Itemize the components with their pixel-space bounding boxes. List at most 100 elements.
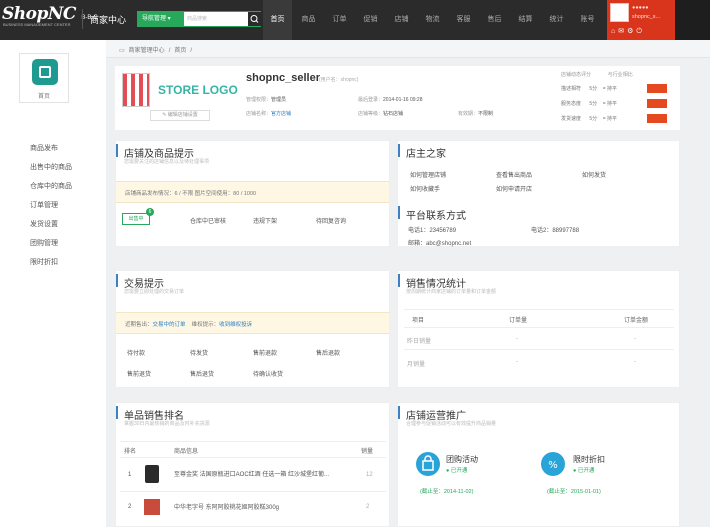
owner-link-3[interactable]: 如何发货 (582, 170, 606, 179)
email: 邮箱：abc@shopnc.net (408, 241, 472, 247)
owner-link-2[interactable]: 查看售出商品 (496, 170, 532, 179)
store-name-link[interactable]: 官方店铺 (271, 111, 291, 117)
trade-item[interactable]: 售前退款 (253, 348, 277, 357)
panel-subtitle: 掌握30日内最热销的商品及时补充货源 (124, 421, 210, 427)
nav-tab[interactable]: 促销 (356, 0, 385, 40)
goods-item-violation[interactable]: 违规下架 (253, 216, 277, 225)
groupbuy-expire: (截止至：2014-11-02) (420, 489, 474, 495)
sidebar-item[interactable]: 发货设置 (30, 219, 58, 229)
seller-name: shopnc_seller (246, 72, 320, 84)
trading-orders-link[interactable]: 交易中的订单 (153, 322, 186, 328)
table-row: 月销量 (407, 362, 426, 368)
panel-subtitle: 您需要关注的店铺信息以及待处理事项 (124, 159, 210, 165)
rank-header: 排名 (124, 449, 137, 455)
sidebar-item[interactable]: 订单管理 (30, 200, 58, 210)
product-thumbnail[interactable] (145, 465, 159, 483)
owner-link-5[interactable]: 如何申请开店 (496, 184, 532, 193)
rank-number: 2 (128, 504, 132, 510)
rank-header: 商品信息 (174, 449, 199, 455)
product-link[interactable]: 至尊金奖 法国原瓶进口AOC红酒 任选一箱 红沙城堡红葡... (174, 469, 356, 478)
complaints-link[interactable]: 收到维权投诉 (219, 322, 252, 328)
product-link[interactable]: 中华老字号 东阿阿胶桃花姬阿胶糕300g (174, 502, 356, 511)
trade-item[interactable]: 待付款 (127, 348, 145, 357)
trade-item[interactable]: 售后退款 (316, 348, 340, 357)
breadcrumb-home[interactable]: 商家管理中心 (129, 48, 165, 54)
sidebar-item[interactable]: 限时折扣 (30, 257, 58, 267)
sidebar-home-tile[interactable]: 首页 (19, 53, 69, 103)
search-icon (250, 15, 259, 23)
rating-compare-flag (647, 99, 667, 108)
nav-tab[interactable]: 商品 (294, 0, 323, 40)
trade-notice-bar: 近期售出：交易中的订单 维权提示：收到维权投诉 (116, 312, 389, 334)
rating-row: 描述相符 5分 = 持平 (561, 86, 618, 92)
nav-tab[interactable]: 店铺 (387, 0, 416, 40)
nav-tab[interactable]: 首页 (263, 0, 292, 40)
table-cell: - (634, 359, 636, 365)
nav-tab[interactable]: 订单 (325, 0, 354, 40)
groupbuy-title[interactable]: 团购活动 (446, 454, 478, 465)
nav-tab[interactable]: 客服 (449, 0, 478, 40)
top-bar: ShopNC B-B-C BUSINESS MANAGEMENT CENTER … (0, 0, 710, 40)
settings-icon[interactable]: ⚙ (627, 28, 636, 35)
trade-notice-text: 近期售出：交易中的订单 维权提示：收到维权投诉 (125, 322, 253, 328)
avatar[interactable] (610, 3, 629, 22)
user-actions: ⌂✉⚙⏻ (611, 27, 645, 36)
home-app-icon (32, 59, 58, 85)
trade-item[interactable]: 待确认收货 (253, 369, 283, 378)
discount-title[interactable]: 限时折扣 (573, 454, 605, 465)
store-awning-image (122, 73, 150, 107)
sidebar-item[interactable]: 出售中的商品 (30, 162, 72, 172)
groupbuy-status: ● 已开通 (446, 468, 468, 474)
breadcrumb: ▭ 商家管理中心 / 首页 / (106, 40, 710, 58)
sidebar-item[interactable]: 仓库中的商品 (30, 181, 72, 191)
owner-link-1[interactable]: 如何管理店铺 (410, 170, 446, 179)
rating-row: 服务态度 5分 = 持平 (561, 101, 618, 107)
panel-subtitle: 您需要立即处理的交易订单 (124, 289, 185, 295)
panel-title: 店主之家 (398, 144, 446, 160)
goods-usage-text: 店铺商品发布情况：6 / 不限 图片空间使用：80 / 1000 (125, 191, 257, 197)
shop-info-panel: STORE LOGO ✎ 编辑店铺设置 shopnc_seller (用户名：s… (115, 66, 680, 130)
message-icon[interactable]: ✉ (618, 28, 627, 35)
on-sale-tag[interactable]: 出售中 (122, 213, 150, 225)
discount-icon[interactable]: % (541, 452, 565, 476)
home-tile-label: 首页 (37, 94, 50, 100)
trade-item[interactable]: 售前退货 (127, 369, 151, 378)
search-category-select[interactable]: 导航管理 ▾ (138, 12, 184, 26)
store-logo: STORE LOGO (122, 73, 238, 107)
rating-header: 店铺动态评分 与行业相比 (561, 72, 633, 78)
sidebar-item[interactable]: 商品发布 (30, 143, 58, 153)
sidebar-item[interactable]: 团购管理 (30, 238, 58, 248)
logout-icon[interactable]: ⏻ (636, 28, 645, 35)
store-grade-row: 店铺等级：钻石店铺 (358, 111, 404, 117)
stats-header-count: 订单量 (509, 318, 528, 324)
product-rank-panel: 单品销售排名 掌握30日内最热销的商品及时补充货源 排名 商品信息 销量 1 至… (115, 402, 390, 527)
svg-text:%: % (548, 460, 558, 471)
monitor-icon: ▭ (119, 48, 125, 54)
trade-item[interactable]: 售后退货 (190, 369, 214, 378)
owner-home-panel: 店主之家 如何管理店铺 查看售出商品 如何发货 如何收藏手 如何申请开店 平台联… (397, 140, 680, 247)
product-thumbnail[interactable] (144, 499, 160, 515)
edit-store-button[interactable]: ✎ 编辑店铺设置 (150, 110, 210, 121)
store-logo-text: STORE LOGO (158, 83, 238, 97)
trade-item[interactable]: 待发货 (190, 348, 208, 357)
table-cell: - (516, 336, 518, 342)
goods-item-consult[interactable]: 待回复咨询 (316, 216, 346, 225)
nav-tab[interactable]: 账号 (573, 0, 602, 40)
search-button[interactable] (248, 12, 261, 26)
nav-tab[interactable]: 售后 (480, 0, 509, 40)
nav-tab[interactable]: 统计 (542, 0, 571, 40)
groupbuy-icon[interactable] (416, 452, 440, 476)
last-login-row: 最后登录：2014-01-16 09:28 (358, 97, 423, 103)
owner-link-4[interactable]: 如何收藏手 (410, 184, 440, 193)
goods-item-approved[interactable]: 仓库中已审核 (190, 216, 226, 225)
topbar-right-area (675, 0, 710, 40)
table-cell: - (516, 359, 518, 365)
search-input[interactable]: 商品搜索 (185, 12, 247, 26)
shopnc-logo[interactable]: ShopNC B-B-C (2, 4, 98, 24)
nav-tab[interactable]: 物流 (418, 0, 447, 40)
breadcrumb-current[interactable]: 首页 (174, 48, 186, 54)
nav-tab[interactable]: 结算 (511, 0, 540, 40)
user-panel[interactable]: ●●●●● shopnc_s... ⌂✉⚙⏻ (607, 0, 675, 40)
sidebar: 首页 商品发布出售中的商品 仓库中的商品 订单管理发货设置团购管理限时折扣 (0, 40, 106, 527)
role-row: 管理权限：管理员 (246, 97, 287, 103)
